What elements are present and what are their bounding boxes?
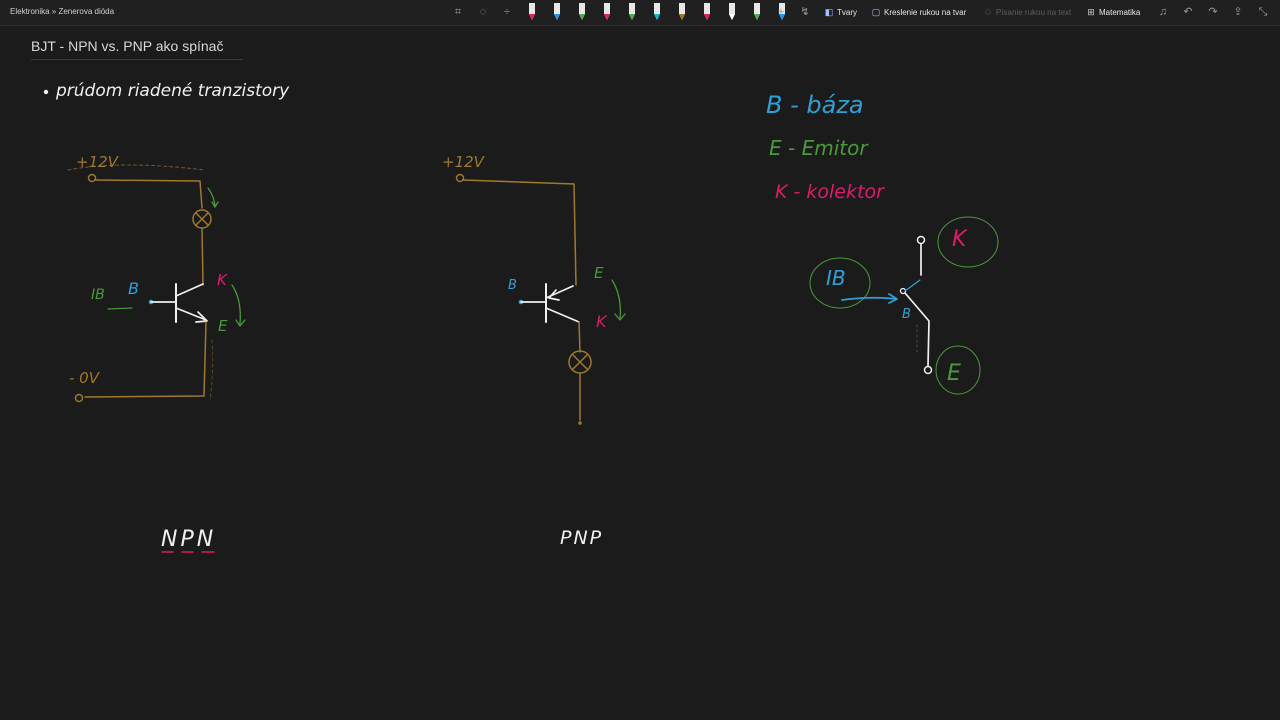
pen-tool-9[interactable] — [728, 3, 736, 21]
npn-ib-arrow — [107, 307, 133, 310]
shapes-button[interactable]: ◧ Tvary — [823, 5, 857, 20]
npn-emitter-lead — [175, 307, 207, 321]
symbol-ib-arrow — [841, 296, 897, 301]
pnp-circuit: +12V B E K — [442, 153, 626, 425]
legend-collector: K - kolektor — [775, 181, 885, 203]
symbol-base-to-collector — [904, 279, 921, 292]
pnp-emitter-label: E — [594, 264, 604, 282]
pen-tool-6[interactable] — [653, 3, 661, 21]
npn-collector-wire — [201, 227, 204, 286]
math-button[interactable]: ⊞ Matematika — [1085, 5, 1140, 20]
npn-emitter-label: E — [218, 317, 228, 335]
math-label: Matematika — [1099, 8, 1141, 17]
undo-icon[interactable]: ↶ — [1180, 4, 1196, 20]
pnp-ground-terminal — [578, 421, 582, 425]
npn-emitter-current-arrow — [231, 284, 241, 325]
symbol-collector-node — [916, 235, 926, 245]
pnp-base-label: B — [508, 278, 517, 293]
pnp-collector-lead — [545, 307, 580, 323]
npn-caption: NPN — [161, 527, 216, 552]
pen-tool-7[interactable] — [678, 3, 686, 21]
npn-base-label: B — [128, 279, 139, 298]
breadcrumb[interactable]: Elektronika » Zenerova dióda — [10, 7, 114, 16]
symbol-k-circle — [937, 216, 999, 268]
lasso-select-icon[interactable]: ⌗ — [450, 4, 466, 20]
npn-circuit: +12V IB B K E - 0V — [67, 153, 246, 403]
npn-collector-lead — [175, 283, 204, 297]
symbol-emitter-node — [923, 365, 933, 375]
npn-ib-label: IB — [91, 287, 105, 303]
pnp-lamp-cross — [572, 354, 588, 370]
npn-collector-label: K — [217, 271, 228, 289]
bullet-dot — [43, 89, 49, 95]
eraser-icon[interactable]: ◌ — [475, 4, 491, 20]
bullet-note: prúdom riadené tranzistory — [55, 81, 290, 101]
pnp-collector-label: K — [596, 312, 608, 331]
redo-icon[interactable]: ↷ — [1205, 4, 1221, 20]
pnp-top-wire — [462, 179, 577, 286]
symbol-ib-label: IB — [826, 266, 846, 290]
symbol-collector-label: K — [952, 227, 968, 252]
npn-ground-terminal — [74, 393, 84, 403]
shapes-icon: ◧ — [824, 7, 834, 17]
npn-lamp-cross — [195, 212, 209, 226]
transistor-symbol: IB B K E — [809, 216, 999, 395]
pnp-caption: PNP — [560, 527, 603, 549]
ink-to-text-icon: ♲ — [983, 7, 993, 17]
ink-to-text-button[interactable]: ♲ Písanie rukou na text — [982, 5, 1071, 20]
bell-icon[interactable]: ♫ — [1155, 4, 1171, 20]
symbol-emitter-label: E — [947, 361, 961, 386]
drawing-canvas[interactable]: prúdom riadené tranzistory B - báza E - … — [0, 25, 1280, 720]
add-pen-icon[interactable]: + — [773, 4, 789, 20]
fullscreen-icon[interactable]: ⤡ — [1255, 4, 1271, 20]
npn-ground-label: - 0V — [69, 369, 101, 387]
shapes-label: Tvary — [837, 8, 857, 17]
legend-base: B - báza — [766, 91, 864, 119]
pen-tool-1[interactable] — [528, 3, 536, 21]
pen-tool-2[interactable] — [553, 3, 561, 21]
npn-top-wire — [94, 179, 203, 209]
legend-emitter: E - Emitor — [769, 136, 869, 160]
insert-space-icon[interactable]: ÷ — [499, 4, 515, 20]
pen-tool-8[interactable] — [703, 3, 711, 21]
math-icon: ⊞ — [1087, 7, 1095, 17]
pnp-collector-wire — [578, 321, 581, 353]
toolbar: Elektronika » Zenerova dióda ⌗ ◌ ÷ + ↯ ◧… — [0, 0, 1280, 26]
npn-selection-dash-2 — [209, 339, 214, 401]
share-icon[interactable]: ⇪ — [1230, 4, 1246, 20]
npn-supply-label: +12V — [76, 153, 120, 171]
ink-to-shape-button[interactable]: ▢ Kreslenie rukou na tvar — [870, 5, 967, 20]
ink-to-shape-label: Kreslenie rukou na tvar — [884, 8, 967, 17]
ink-to-text-label: Písanie rukou na text — [996, 8, 1072, 17]
pnp-supply-label: +12V — [442, 153, 486, 171]
pen-tool-4[interactable] — [603, 3, 611, 21]
ink-to-shape-icon: ▢ — [871, 7, 881, 17]
pen-tool-10[interactable] — [753, 3, 761, 21]
pen-tool-5[interactable] — [628, 3, 636, 21]
npn-current-arrow — [207, 187, 216, 207]
npn-ground-wire — [84, 321, 207, 398]
symbol-base-label: B — [902, 307, 911, 322]
pnp-current-arrow — [611, 279, 621, 319]
pen-tool-3[interactable] — [578, 3, 586, 21]
ruler-icon[interactable]: ↯ — [797, 4, 813, 20]
